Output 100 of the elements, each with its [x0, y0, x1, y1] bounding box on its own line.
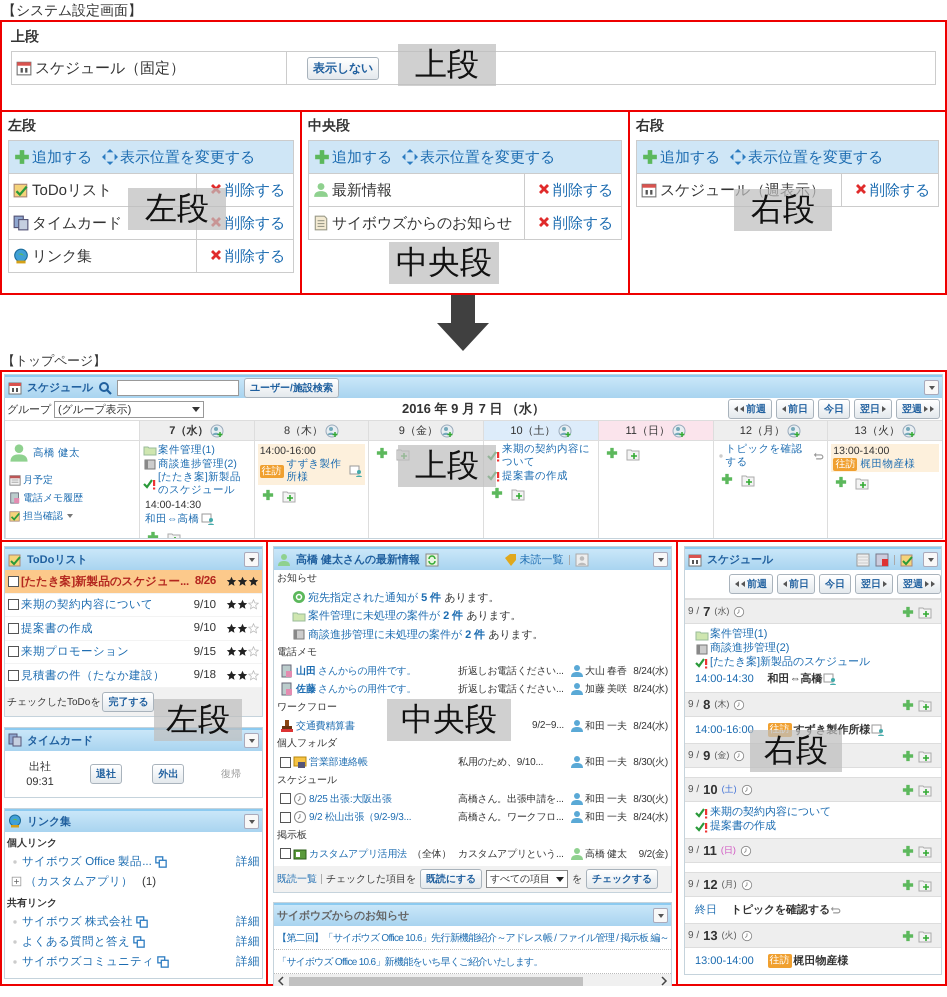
event-link[interactable]: 梶田物産様 [860, 458, 916, 471]
todo-link[interactable]: 来期の契約内容について [710, 806, 831, 820]
schedule-link[interactable]: 案件管理(1) [710, 628, 768, 642]
delete-link[interactable]: 削除する [537, 180, 613, 200]
topic-link[interactable]: トピックを確認する [726, 443, 812, 469]
clock-in-time: 09:31 [26, 776, 54, 788]
section-heading: 掲示板 [276, 828, 307, 842]
weekday-label: (日) [720, 844, 736, 857]
section-heading: 中央段 [308, 117, 350, 135]
detail-link[interactable]: 詳細 [236, 954, 260, 969]
region-label: 左段 [128, 188, 226, 230]
footer-label: チェックしたToDoを [7, 696, 100, 708]
notice-text[interactable]: 商談進捗管理に未処理の案件が 2 件 あります。 [308, 626, 544, 642]
timecard-button[interactable]: 外出 [152, 764, 184, 784]
notice-text[interactable]: 宛先指定された通知が 5 件 あります。 [308, 590, 500, 605]
link-item[interactable]: サイボウズコミュニティ [22, 954, 154, 969]
todo-link[interactable]: 提案書の作成 [710, 820, 776, 834]
delete-link[interactable]: 削除する [209, 246, 285, 266]
item-link[interactable]: 交通費精算書 [296, 718, 355, 733]
event-card[interactable]: 13:00-14:00 往訪 梶田物産様 [831, 444, 939, 472]
day-header: 8（木） [284, 424, 324, 438]
scope-select[interactable]: すべての項目 [486, 870, 568, 888]
todo-link[interactable]: [たたき案]新製品のスケジュール [158, 471, 251, 497]
link-item[interactable]: サイボウズ 株式会社 [22, 914, 134, 929]
detail-link[interactable]: 詳細 [236, 914, 260, 929]
link-item[interactable]: サイボウズ Office 製品... [22, 854, 152, 869]
add-link[interactable]: 追加する [314, 148, 392, 166]
visit-tag: 往訪 [260, 464, 284, 478]
todo-link[interactable]: 提案書の作成 [502, 470, 568, 482]
hide-button[interactable]: 表示しない [307, 56, 379, 80]
check-button[interactable]: チェックする [586, 869, 658, 889]
topic-title[interactable]: トピックを確認する [731, 903, 830, 917]
unread-list-link[interactable]: 未読一覧 [504, 552, 564, 567]
user-menu-link[interactable]: 電話メモ履歴 [9, 491, 83, 505]
notice-text[interactable]: 案件管理に未処理の案件が 2 件 あります。 [308, 608, 522, 624]
item-link[interactable]: 8/25 出張:大阪出張 [309, 792, 392, 806]
reorder-link[interactable]: 表示位置を変更する [102, 148, 255, 166]
day-header: 12（月） [740, 424, 786, 438]
portlet-title: 高橋 健太さんの最新情報 [296, 552, 420, 567]
todo-link[interactable]: 提案書の作成 [21, 620, 192, 636]
detail-link[interactable]: 詳細 [236, 854, 260, 869]
nav-button[interactable]: 今日 [818, 399, 850, 419]
todo-link[interactable]: 来期プロモーション [21, 644, 192, 660]
section-heading: 個人フォルダ [276, 737, 337, 751]
read-list-link[interactable]: 既読一覧 [277, 872, 317, 886]
event-title[interactable]: 梶田物産様 [794, 954, 849, 968]
day-number: 7 [703, 604, 710, 619]
phone-memo-link[interactable]: 佐藤 さんからの用件です。 [296, 682, 416, 696]
nav-button[interactable]: 前週 [728, 399, 772, 419]
event-title[interactable]: すずき製作所様 [794, 723, 871, 737]
reorder-link[interactable]: 表示位置を変更する [402, 148, 555, 166]
due-date: 8/26 [194, 575, 216, 588]
nav-button[interactable]: 翌週 [896, 399, 940, 419]
item-link[interactable]: カスタムアプリ活用法 [309, 846, 408, 861]
timecard-button[interactable]: 退社 [90, 764, 122, 784]
link-item[interactable]: よくある質問と答え [22, 934, 130, 949]
schedule-link[interactable]: 商談進捗管理(2) [710, 642, 790, 656]
todo-link[interactable]: 来期の契約内容について [502, 443, 595, 469]
todo-link[interactable]: [たたき案]新製品のスケジュー... [21, 574, 193, 589]
mark-read-button[interactable]: 既読にする [420, 869, 482, 889]
todo-row[interactable]: 提案書の作成 9/10 [5, 617, 262, 640]
complete-button[interactable]: 完了する [102, 692, 154, 712]
todo-link[interactable]: 見積書の件（たなか建設） [21, 668, 192, 683]
user-search-button[interactable]: ユーザー/施設検索 [244, 378, 339, 398]
portlet-name: サイボウズからのお知らせ [332, 214, 512, 232]
news-link[interactable]: 「サイボウズ Office 10.6」新機能をいち早くご紹介いたします。 [277, 954, 543, 968]
delete-link[interactable]: 削除する [537, 214, 613, 232]
user-name[interactable]: 高橋 健太 [33, 446, 80, 460]
group-select[interactable]: (グループ表示) [54, 400, 204, 418]
nav-button[interactable]: 前日 [776, 399, 814, 419]
todo-row[interactable]: 来期プロモーション 9/15 [5, 640, 262, 664]
schedule-link[interactable]: 商談進捗管理(2) [158, 458, 237, 470]
todo-link[interactable]: [たたき案]新製品のスケジュール [710, 656, 870, 670]
reorder-link[interactable]: 表示位置を変更する [730, 148, 883, 166]
event-title[interactable]: 和田⇔高橋 [768, 672, 823, 686]
event-link[interactable]: 和田⇔高橋 [145, 512, 200, 526]
news-link[interactable]: 【第二回】「サイボウズ Office 10.6」先行新機能紹介～アドレス帳 / ファイル管理 / 掲示板 編～ [277, 930, 669, 944]
nav-button[interactable]: 前週 [729, 574, 773, 594]
todo-row[interactable]: [たたき案]新製品のスケジュー... 8/26 [5, 570, 262, 594]
event-link[interactable]: すずき製作所様 [286, 458, 348, 484]
todo-row[interactable]: 来期の契約内容について 9/10 [5, 594, 262, 617]
nav-button[interactable]: 今日 [819, 574, 851, 594]
phone-memo-link[interactable]: 山田 さんからの用件です。 [296, 664, 416, 678]
region-label: 上段 [398, 44, 496, 86]
detail-link[interactable]: 詳細 [236, 934, 260, 949]
nav-button[interactable]: 前日 [777, 574, 815, 594]
nav-button[interactable]: 翌日 [854, 399, 892, 419]
folder-item[interactable]: （カスタムアプリ） [25, 874, 133, 889]
region-label: 中央段 [387, 699, 511, 741]
add-link[interactable]: 追加する [642, 148, 720, 166]
todo-link[interactable]: 来期の契約内容について [21, 597, 192, 612]
item-link[interactable]: 営業部連絡帳 [309, 755, 368, 770]
user-menu-link[interactable]: 担当確認 [9, 509, 73, 523]
nav-button[interactable]: 翌週 [897, 574, 941, 594]
add-link[interactable]: 追加する [14, 148, 92, 166]
nav-button[interactable]: 翌日 [855, 574, 893, 594]
user-menu-link[interactable]: 月予定 [9, 473, 53, 487]
item-link[interactable]: 9/2 松山出張（9/2-9/3... [309, 810, 412, 824]
delete-link[interactable]: 削除する [854, 180, 930, 200]
schedule-link[interactable]: 案件管理(1) [158, 444, 215, 456]
